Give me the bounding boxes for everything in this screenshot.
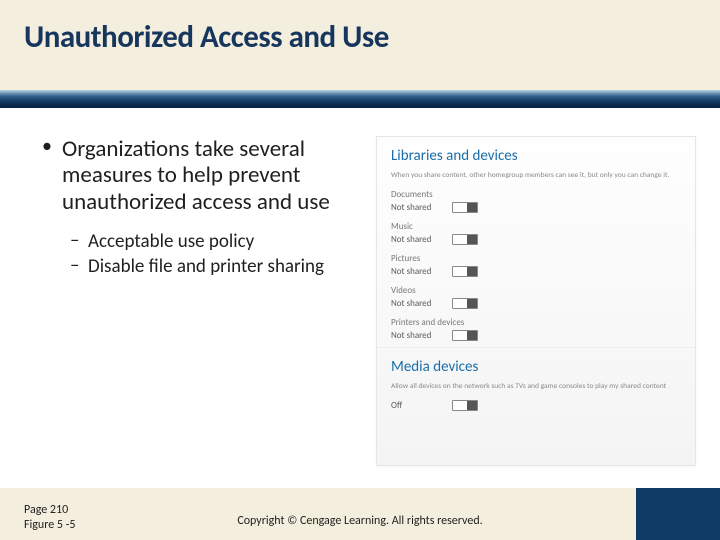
share-item-videos: Videos Not shared: [391, 285, 681, 309]
bullet-sub-2-text: Disable file and printer sharing: [88, 256, 330, 279]
share-status: Not shared: [391, 234, 446, 245]
share-label: Documents: [391, 189, 681, 200]
toggle-printers[interactable]: [452, 330, 478, 341]
share-status: Not shared: [391, 266, 446, 277]
share-label: Printers and devices: [391, 317, 681, 328]
bullet-sub-1-text: Acceptable use policy: [88, 231, 330, 254]
bullet-sub-2: Disable file and printer sharing: [62, 256, 330, 279]
page-number: Page 210: [24, 503, 75, 517]
libraries-title: Libraries and devices: [391, 147, 681, 165]
text-column: Organizations take several measures to h…: [40, 136, 330, 478]
toggle-media[interactable]: [452, 400, 478, 411]
toggle-documents[interactable]: [452, 202, 478, 213]
figure-number: Figure 5 -5: [24, 518, 75, 532]
media-devices-section: Media devices Allow all devices on the n…: [377, 348, 695, 417]
screenshot-column: Libraries and devices When you share con…: [336, 136, 696, 478]
toggle-music[interactable]: [452, 234, 478, 245]
media-status: Off: [391, 400, 446, 411]
page-reference: Page 210 Figure 5 -5: [24, 503, 75, 532]
title-divider-bar: [0, 90, 720, 108]
footer-accent-block: [636, 488, 720, 540]
media-desc: Allow all devices on the network such as…: [391, 382, 681, 392]
libraries-section: Libraries and devices When you share con…: [377, 137, 695, 348]
slide-title: Unauthorized Access and Use: [24, 18, 720, 56]
copyright-text: Copyright © Cengage Learning. All rights…: [0, 514, 720, 528]
bullet-main: Organizations take several measures to h…: [40, 136, 330, 279]
share-status: Not shared: [391, 298, 446, 309]
footer-bar: Copyright © Cengage Learning. All rights…: [0, 488, 720, 540]
media-title: Media devices: [391, 358, 681, 376]
toggle-videos[interactable]: [452, 298, 478, 309]
toggle-pictures[interactable]: [452, 266, 478, 277]
bullet-main-text: Organizations take several measures to h…: [62, 136, 330, 215]
share-item-media: Off: [391, 400, 681, 411]
share-label: Pictures: [391, 253, 681, 264]
share-item-printers: Printers and devices Not shared: [391, 317, 681, 341]
share-label: Music: [391, 221, 681, 232]
libraries-desc: When you share content, other homegroup …: [391, 171, 681, 181]
windows-sharing-panel: Libraries and devices When you share con…: [376, 136, 696, 466]
share-status: Not shared: [391, 202, 446, 213]
share-item-documents: Documents Not shared: [391, 189, 681, 213]
content-area: Organizations take several measures to h…: [0, 108, 720, 488]
share-status: Not shared: [391, 330, 446, 341]
share-item-music: Music Not shared: [391, 221, 681, 245]
share-item-pictures: Pictures Not shared: [391, 253, 681, 277]
share-label: Videos: [391, 285, 681, 296]
title-area: Unauthorized Access and Use: [0, 0, 720, 80]
bullet-sub-1: Acceptable use policy: [62, 231, 330, 254]
